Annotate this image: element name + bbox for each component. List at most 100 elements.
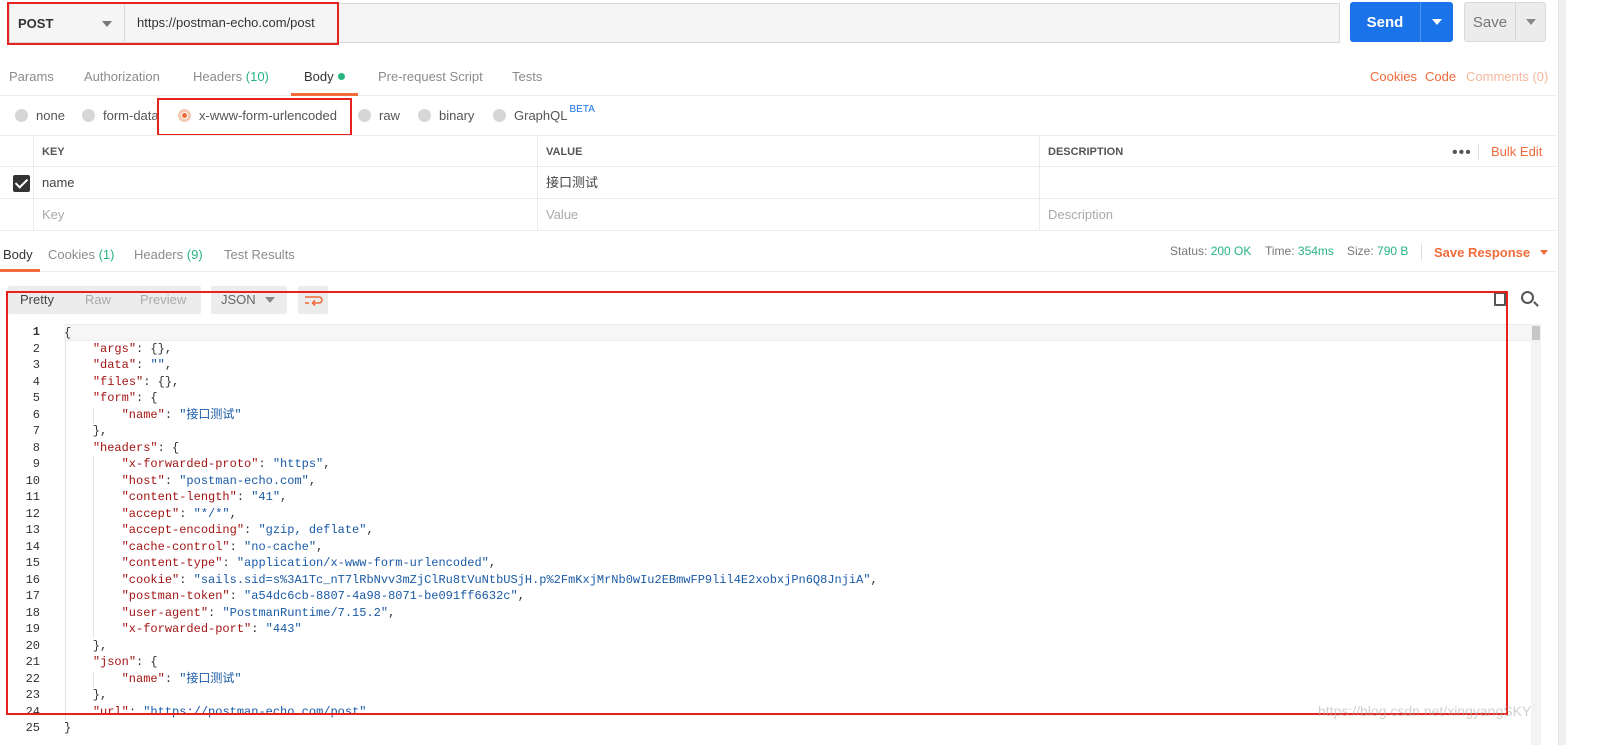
- radio-label: none: [36, 108, 65, 123]
- param-description-input[interactable]: [1040, 167, 1556, 199]
- status-value: 200 OK: [1210, 244, 1252, 258]
- save-label: Save: [1472, 13, 1508, 31]
- line-number: 21: [25, 655, 40, 669]
- response-tab-headers-count: (9): [186, 247, 203, 262]
- status-indicator: Status: 200 OK: [1170, 244, 1251, 258]
- new-key-input[interactable]: Key: [34, 199, 538, 231]
- radio-raw[interactable]: raw: [358, 108, 400, 123]
- window-scrollbar[interactable]: [1558, 0, 1566, 745]
- tab-authorization[interactable]: Authorization: [84, 69, 160, 84]
- code-line: "json": {: [92, 655, 158, 669]
- time-value: 354ms: [1297, 244, 1334, 258]
- time-label: Time:: [1265, 244, 1295, 258]
- response-tab-cookies-count: (1): [98, 247, 115, 262]
- tab-tests[interactable]: Tests: [512, 69, 542, 84]
- radio-icon: [358, 109, 371, 122]
- new-description-input[interactable]: Description: [1040, 199, 1556, 231]
- radio-none[interactable]: none: [15, 108, 65, 123]
- radio-label: GraphQL: [514, 108, 568, 123]
- line-number: 2: [32, 341, 40, 356]
- line-number: 13: [25, 523, 40, 537]
- view-pretty-button[interactable]: Pretty: [20, 292, 54, 307]
- save-response-button[interactable]: Save Response: [1434, 245, 1549, 260]
- format-label: JSON: [221, 292, 256, 307]
- code-line: }: [64, 721, 72, 735]
- copy-icon[interactable]: [1494, 292, 1506, 306]
- radio-icon: [15, 109, 28, 122]
- code-line: "headers": {: [92, 440, 180, 455]
- tab-headers-count: (10): [245, 69, 269, 84]
- tab-body-label: Body: [304, 69, 334, 84]
- response-tab-headers-label: Headers: [134, 247, 184, 262]
- response-tab-test-results[interactable]: Test Results: [224, 247, 295, 262]
- line-number: 20: [25, 638, 40, 653]
- code-line: "user-agent": "PostmanRuntime/7.15.2",: [121, 605, 396, 620]
- wrap-lines-button[interactable]: [298, 286, 328, 314]
- size-value: 790 B: [1377, 244, 1409, 258]
- response-tab-body[interactable]: Body: [3, 247, 33, 262]
- radio-icon: [82, 109, 95, 122]
- save-options-button[interactable]: [1516, 19, 1545, 25]
- radio-graphql[interactable]: GraphQL BETA: [493, 104, 595, 123]
- line-number: 16: [25, 572, 40, 587]
- param-value-input[interactable]: 接口测试: [538, 167, 1040, 199]
- response-body-editor[interactable]: 1 2 3 4 5 6 7 8 9 10 11 12 13 14 15 16 17 18 19 20 21 22 23 24 2…: [0, 324, 1546, 745]
- code-line: {: [64, 324, 1534, 341]
- code-line: "name": "接口测试": [121, 671, 242, 686]
- code-line: "content-length": "41",: [121, 490, 288, 504]
- table-row: name 接口测试: [0, 167, 1556, 199]
- radio-form-data[interactable]: form-data: [82, 108, 159, 123]
- status-dot-icon: [337, 73, 345, 80]
- chevron-down-icon: [1540, 250, 1549, 255]
- response-tab-cookies[interactable]: Cookies (1): [48, 247, 114, 262]
- tab-headers[interactable]: Headers (10): [193, 69, 269, 84]
- new-value-input[interactable]: Value: [538, 199, 1040, 231]
- scrollbar-thumb[interactable]: [1532, 326, 1540, 340]
- highlight-annotation: [7, 2, 339, 45]
- line-number: 17: [25, 589, 40, 603]
- size-label: Size:: [1347, 244, 1374, 258]
- line-number: 4: [32, 374, 40, 389]
- view-mode-group: Pretty Raw Preview: [8, 286, 201, 314]
- cookies-link[interactable]: Cookies: [1370, 69, 1417, 84]
- radio-binary[interactable]: binary: [418, 108, 474, 123]
- format-select[interactable]: JSON: [211, 286, 287, 314]
- param-key-input[interactable]: name: [34, 167, 538, 199]
- wrap-icon: [305, 296, 323, 307]
- tab-body[interactable]: Body: [304, 69, 345, 84]
- line-number: 12: [25, 506, 40, 521]
- size-indicator: Size: 790 B: [1347, 244, 1408, 258]
- response-tab-cookies-label: Cookies: [48, 247, 95, 262]
- line-number: 14: [25, 539, 40, 554]
- table-header-cell: [0, 136, 34, 168]
- table-row-new: Key Value Description: [0, 199, 1556, 231]
- code-link[interactable]: Code: [1425, 69, 1456, 84]
- code-line: },: [64, 424, 108, 438]
- code-line: "data": "",: [92, 358, 173, 372]
- table-header-row: KEY VALUE DESCRIPTION ••• Bulk Edit: [0, 135, 1556, 168]
- beta-badge: BETA: [569, 104, 595, 115]
- params-table: KEY VALUE DESCRIPTION ••• Bulk Edit name…: [0, 135, 1556, 231]
- response-tab-headers[interactable]: Headers (9): [134, 247, 203, 262]
- indent-guide: [65, 340, 66, 720]
- view-raw-button[interactable]: Raw: [85, 292, 111, 307]
- active-tab-indicator: [0, 269, 40, 272]
- response-tabs: Body Cookies (1) Headers (9) Test Result…: [0, 234, 1556, 272]
- tab-params[interactable]: Params: [9, 69, 54, 84]
- save-button[interactable]: Save: [1464, 2, 1546, 42]
- indent-guide: [93, 670, 94, 687]
- highlight-annotation: [157, 98, 352, 136]
- code-line: "cookie": "sails.sid=s%3A1Tc_nT7lRbNvv3m…: [121, 572, 878, 587]
- line-number: 23: [25, 688, 40, 702]
- search-icon[interactable]: [1521, 291, 1534, 304]
- bulk-edit-button[interactable]: Bulk Edit: [1491, 136, 1542, 168]
- response-toolbar: Pretty Raw Preview JSON: [0, 284, 1556, 316]
- more-options-icon[interactable]: •••: [1452, 144, 1472, 162]
- row-checkbox[interactable]: [13, 175, 30, 192]
- tab-prerequest-script[interactable]: Pre-request Script: [378, 69, 483, 84]
- comments-link[interactable]: Comments (0): [1466, 69, 1548, 84]
- view-preview-button[interactable]: Preview: [140, 292, 186, 307]
- send-button[interactable]: Send: [1350, 2, 1453, 42]
- editor-scrollbar[interactable]: [1531, 324, 1541, 745]
- send-options-button[interactable]: [1421, 19, 1453, 25]
